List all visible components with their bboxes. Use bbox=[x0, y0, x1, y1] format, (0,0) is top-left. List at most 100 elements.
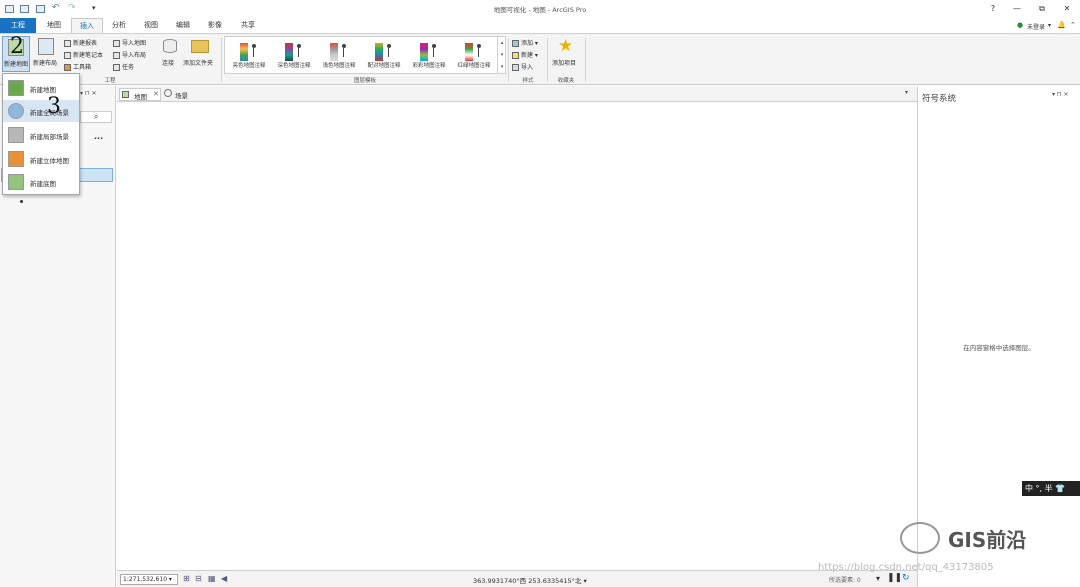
layer-templates-group-label: 图层模板 bbox=[353, 78, 376, 84]
layer-template-item[interactable]: 深色地图注释 bbox=[272, 41, 316, 75]
maximize-button[interactable]: ⧉ bbox=[1035, 3, 1049, 15]
import-map-icon bbox=[113, 40, 120, 47]
layer-template-label: 浅色地图注释 bbox=[322, 63, 356, 69]
add-favorite-button[interactable]: ★ 添加项目 bbox=[550, 36, 582, 72]
import-style-button[interactable]: 导入 bbox=[512, 62, 533, 71]
pane-controls[interactable]: ▾ ⊓ ✕ bbox=[1052, 91, 1069, 98]
ribbon-collapse-icon[interactable]: ⌃ bbox=[1070, 21, 1076, 29]
refresh-icon[interactable]: ↻ bbox=[902, 573, 910, 583]
map-view[interactable]: 地图 ✕ 场景 ▾ 1:271,532,610 ▾ ⊞ ⊟ ▦ ◀ 363.99… bbox=[117, 86, 917, 587]
styles-group-label: 样式 bbox=[522, 78, 534, 84]
filter-icon[interactable]: ▾ bbox=[876, 574, 880, 583]
ribbon: 新建地图 新建布局 新建报表 新建笔记本 工具箱 导入地图 导入布局 任务 连接… bbox=[0, 33, 1080, 85]
color-ramp-icon bbox=[465, 43, 473, 61]
add-style-button[interactable]: 添加 ▾ bbox=[512, 38, 538, 47]
new-notebook-button[interactable]: 新建笔记本 bbox=[64, 50, 103, 59]
user-icon[interactable]: ● bbox=[1017, 21, 1023, 29]
connect-button[interactable]: 连接 bbox=[160, 36, 180, 72]
close-button[interactable]: ✕ bbox=[1060, 3, 1074, 15]
help-button[interactable]: ? bbox=[986, 3, 1000, 15]
user-dropdown-icon[interactable]: ▾ bbox=[1048, 22, 1051, 29]
add-folder-button[interactable]: 添加文件夹 bbox=[182, 36, 218, 72]
sound-icon[interactable]: ◀ bbox=[221, 574, 227, 583]
new-report-button[interactable]: 新建报表 bbox=[64, 38, 97, 47]
notification-icon[interactable]: 🔔 bbox=[1057, 21, 1066, 29]
menu-item-new-map[interactable]: 新建地图 bbox=[3, 77, 79, 99]
globe-icon bbox=[8, 103, 24, 119]
layer-template-label: 彩彩地图注释 bbox=[412, 63, 446, 69]
handwritten-annotation-2: 2 bbox=[10, 34, 24, 59]
layer-template-item[interactable]: 彩彩地图注释 bbox=[407, 41, 451, 75]
report-icon bbox=[64, 40, 71, 47]
user-label[interactable]: 未登录 bbox=[1027, 22, 1045, 31]
new-layout-button[interactable]: 新建布局 bbox=[32, 36, 62, 72]
minimize-button[interactable]: — bbox=[1010, 3, 1024, 15]
color-ramp-icon bbox=[375, 43, 383, 61]
add-favorite-label: 添加项目 bbox=[552, 60, 577, 67]
task-button[interactable]: 任务 bbox=[113, 62, 134, 71]
tab-scene-view[interactable]: 场景 bbox=[163, 88, 197, 101]
new-layout-label: 新建布局 bbox=[33, 60, 58, 67]
more-options-button[interactable]: ... bbox=[94, 132, 103, 141]
zoom-extent-icon[interactable]: ⊞ bbox=[183, 574, 190, 583]
layer-template-gallery[interactable]: 亮色地图注释 深色地图注释 浅色地图注释 配对地图注释 彩彩地图注释 红绿地图注释 ▴ ▾ ▾ bbox=[224, 36, 506, 74]
color-ramp-icon bbox=[330, 43, 338, 61]
watermark-text: GIS前沿 bbox=[948, 528, 1027, 552]
pin-stem bbox=[478, 48, 479, 57]
menu-item-new-basemap[interactable]: 新建底图 bbox=[3, 171, 79, 193]
tab-analysis[interactable]: 分析 bbox=[104, 18, 134, 33]
tab-project[interactable]: 工程 bbox=[0, 18, 36, 33]
connect-label: 连接 bbox=[162, 60, 175, 67]
map-icon bbox=[8, 80, 24, 96]
basemap-icon bbox=[8, 174, 24, 190]
tab-map[interactable]: 地图 bbox=[38, 18, 70, 33]
tab-view[interactable]: 视图 bbox=[135, 18, 167, 33]
gallery-scroll[interactable]: ▴ ▾ ▾ bbox=[497, 37, 506, 73]
toolbox-button[interactable]: 工具箱 bbox=[64, 62, 91, 71]
tab-imagery[interactable]: 影像 bbox=[199, 18, 231, 33]
favorites-group-label: 收藏夹 bbox=[557, 78, 575, 84]
tab-insert[interactable]: 插入 bbox=[71, 18, 103, 33]
pin-stem bbox=[433, 48, 434, 57]
layout-icon bbox=[38, 38, 54, 55]
layer-template-label: 亮色地图注释 bbox=[232, 63, 266, 69]
wechat-logo-icon bbox=[900, 522, 940, 554]
database-icon bbox=[163, 39, 177, 53]
ime-indicator[interactable]: 中 °, 半 👕 bbox=[1022, 481, 1080, 496]
stereo-map-icon bbox=[8, 151, 24, 167]
pause-icon[interactable]: ❚❚ bbox=[887, 573, 902, 583]
layer-template-item[interactable]: 配对地图注释 bbox=[362, 41, 406, 75]
separator bbox=[508, 38, 509, 82]
scale-selector[interactable]: 1:271,532,610 ▾ bbox=[120, 574, 178, 585]
view-dropdown-icon[interactable]: ▾ bbox=[905, 89, 908, 96]
import-layout-button[interactable]: 导入布局 bbox=[113, 50, 146, 59]
color-ramp-icon bbox=[285, 43, 293, 61]
search-input[interactable]: ⌕ bbox=[80, 111, 112, 123]
toolbox-icon bbox=[64, 64, 71, 71]
pin-stem bbox=[388, 48, 389, 57]
layer-template-item[interactable]: 亮色地图注释 bbox=[227, 41, 271, 75]
coordinate-readout[interactable]: 363.9931740°西 253.6335415°北 ▾ bbox=[473, 575, 587, 585]
separator bbox=[585, 38, 586, 82]
menu-item-new-global-scene[interactable]: 新建全局场景 bbox=[3, 100, 79, 122]
close-tab-icon[interactable]: ✕ bbox=[153, 90, 159, 98]
import-map-button[interactable]: 导入地图 bbox=[113, 38, 146, 47]
tab-map-view[interactable]: 地图 ✕ bbox=[119, 88, 161, 101]
color-ramp-icon bbox=[420, 43, 428, 61]
new-style-button[interactable]: 新建 ▾ bbox=[512, 50, 538, 59]
tab-edit[interactable]: 编辑 bbox=[168, 18, 198, 33]
tab-share[interactable]: 共享 bbox=[232, 18, 264, 33]
table-icon[interactable]: ▦ bbox=[208, 574, 216, 583]
menu-item-new-stereo-map[interactable]: 新建立体地图 bbox=[3, 148, 79, 170]
local-scene-icon bbox=[8, 127, 24, 143]
menu-item-new-local-scene[interactable]: 新建局部场景 bbox=[3, 124, 79, 146]
add-folder-label: 添加文件夹 bbox=[183, 60, 214, 67]
layer-template-item[interactable]: 红绿地图注释 bbox=[452, 41, 496, 75]
grid-icon[interactable]: ⊟ bbox=[195, 574, 202, 583]
layer-template-item[interactable]: 浅色地图注释 bbox=[317, 41, 361, 75]
separator bbox=[221, 38, 222, 82]
watermark-url: https://blog.csdn.net/qq_43173805 bbox=[818, 562, 994, 573]
pane-controls[interactable]: ▾ ⊓ ✕ bbox=[80, 90, 97, 97]
view-tabs: 地图 ✕ 场景 ▾ bbox=[117, 86, 917, 102]
window-title: 地图可视化 - 地图 - ArcGIS Pro bbox=[493, 6, 587, 14]
